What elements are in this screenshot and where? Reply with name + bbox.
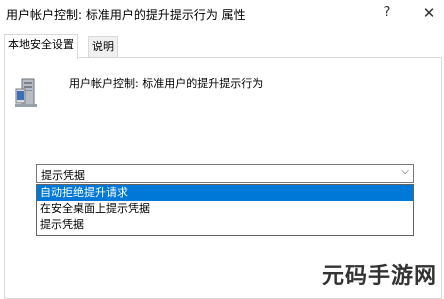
option-auto-deny[interactable]: 自动拒绝提升请求 — [37, 185, 413, 201]
close-button[interactable]: ✕ — [419, 3, 439, 23]
computer-icon — [14, 77, 40, 109]
tab-strip: 本地安全设置 说明 — [0, 34, 444, 59]
tab-local-security-setting[interactable]: 本地安全设置 — [4, 34, 78, 59]
window-title: 用户帐户控制: 标准用户的提升提示行为 属性 — [6, 8, 246, 22]
option-prompt-credentials[interactable]: 提示凭据 — [37, 217, 413, 233]
help-button[interactable]: ? — [378, 3, 396, 23]
policy-name: 用户帐户控制: 标准用户的提升提示行为 — [69, 77, 264, 90]
title-bar: 用户帐户控制: 标准用户的提升提示行为 属性 ? ✕ — [0, 0, 444, 28]
watermark-text: 元码手游网 — [322, 264, 438, 289]
select-value: 提示凭据 — [41, 169, 85, 182]
tab-explain[interactable]: 说明 — [88, 36, 118, 58]
dropdown-list: 自动拒绝提升请求 在安全桌面上提示凭据 提示凭据 — [36, 184, 414, 236]
chevron-down-icon[interactable]: ⌵ — [401, 166, 409, 177]
behavior-select[interactable]: 提示凭据 ⌵ — [36, 164, 414, 183]
option-prompt-secure-desktop[interactable]: 在安全桌面上提示凭据 — [37, 201, 413, 217]
